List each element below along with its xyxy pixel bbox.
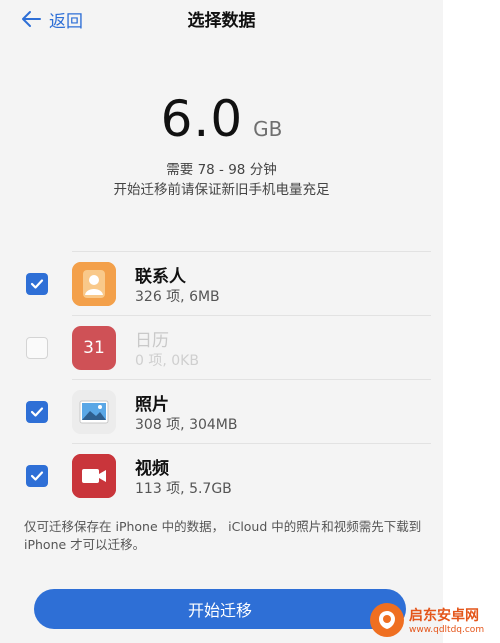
video-icon [72, 454, 116, 498]
contacts-name: 联系人 [135, 267, 186, 287]
start-migration-button[interactable]: 开始迁移 [34, 589, 406, 629]
divider [72, 379, 431, 380]
page-title: 选择数据 [187, 11, 256, 31]
watermark-logo-icon [370, 603, 404, 637]
battery-note: 开始迁移前请保证新旧手机电量充足 [113, 182, 330, 198]
photos-icon [72, 390, 116, 434]
total-size-value: 6.0 [160, 90, 244, 148]
calendar-icon: 31 [72, 326, 116, 370]
photos-name: 照片 [135, 395, 169, 415]
photos-meta: 308 项, 304MB [135, 417, 238, 433]
watermark-url: www.qdltdq.com [409, 625, 485, 635]
calendar-name: 日历 [135, 331, 169, 351]
contacts-meta: 326 项, 6MB [135, 289, 220, 305]
calendar-checkbox [26, 337, 48, 359]
contacts-icon [72, 262, 116, 306]
checkmark-icon [30, 279, 44, 289]
total-size: 6.0 GB [0, 90, 443, 148]
duration-estimate: 需要 78 - 98 分钟 [166, 162, 277, 178]
data-item-calendar: 31 日历 0 项, 0KB [0, 315, 443, 379]
total-size-unit: GB [253, 117, 283, 141]
divider [72, 315, 431, 316]
contacts-checkbox[interactable] [26, 273, 48, 295]
migration-note: 仅可迁移保存在 iPhone 中的数据， iCloud 中的照片和视频需先下载到… [24, 519, 422, 552]
phone-screen: 返回 选择数据 6.0 GB 需要 78 - 98 分钟 开始迁移前请保证新旧手… [0, 0, 443, 643]
checkmark-icon [30, 471, 44, 481]
data-item-contacts[interactable]: 联系人 326 项, 6MB [0, 251, 443, 315]
videos-meta: 113 项, 5.7GB [135, 481, 232, 497]
watermark-name: 启东安卓网 [409, 608, 479, 624]
calendar-icon-day: 31 [83, 338, 105, 358]
start-migration-label: 开始迁移 [187, 601, 252, 620]
checkmark-icon [30, 407, 44, 417]
calendar-meta: 0 项, 0KB [135, 353, 199, 369]
videos-checkbox[interactable] [26, 465, 48, 487]
divider [72, 251, 431, 252]
data-item-photos[interactable]: 照片 308 项, 304MB [0, 379, 443, 443]
site-watermark: 启东安卓网 www.qdltdq.com [370, 598, 498, 642]
top-bar: 返回 选择数据 [0, 0, 443, 40]
videos-name: 视频 [135, 459, 169, 479]
divider [72, 443, 431, 444]
photos-checkbox[interactable] [26, 401, 48, 423]
data-item-videos[interactable]: 视频 113 项, 5.7GB [0, 443, 443, 507]
